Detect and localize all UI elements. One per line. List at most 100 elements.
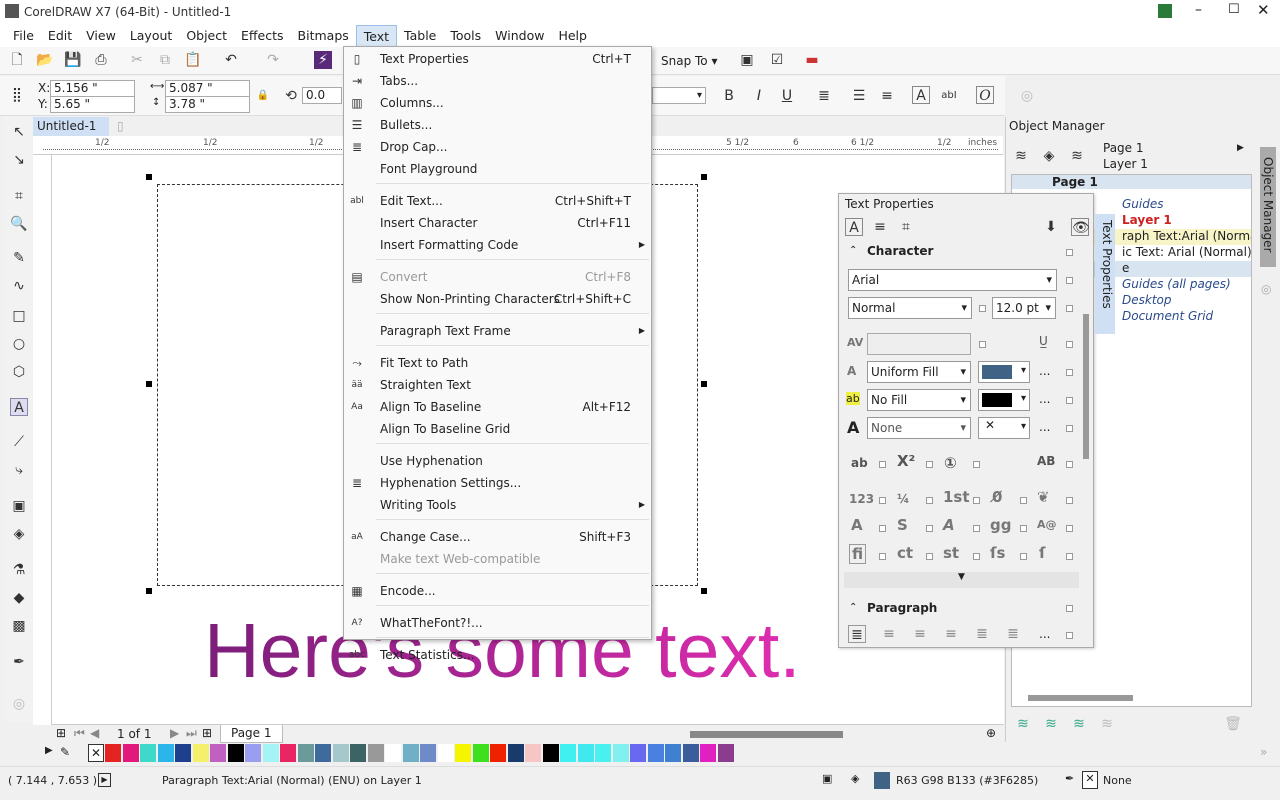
interactive-fill-icon[interactable]: ◆ [10,589,28,607]
lock-checkbox[interactable] [1066,397,1073,404]
new-master-layer-even-icon[interactable]: ≋ [1070,715,1088,733]
menu-item-change-case[interactable]: aA Change Case... Shift+F3 [344,526,651,548]
freehand-tool-icon[interactable]: ✎ [10,249,28,267]
eyedropper-icon[interactable]: ✎ [60,745,70,759]
fill-color-picker[interactable]: ▾ [978,361,1030,383]
color-swatch[interactable] [140,744,156,762]
color-swatch[interactable] [315,744,331,762]
color-swatch[interactable] [297,744,314,762]
new-layer-icon[interactable]: ≋ [1014,715,1032,733]
bg-more-button[interactable]: ... [1039,392,1050,406]
lock-checkbox[interactable] [1020,525,1027,532]
polygon-tool-icon[interactable]: ⬡ [10,363,28,381]
vertical-scrollbar[interactable] [1083,314,1089,459]
height-field[interactable]: 3.78 " [165,96,250,113]
expand-features-button[interactable]: ▼ [844,572,1079,588]
color-swatch[interactable] [192,744,209,762]
color-swatch[interactable] [472,744,489,762]
kerning-field[interactable] [867,333,971,355]
next-page-icon[interactable]: ▶ [170,726,179,740]
color-swatch[interactable] [490,744,506,762]
lock-checkbox[interactable] [1066,461,1073,468]
print-icon[interactable]: ⎙ [92,51,110,69]
menu-item-hyphenation-settings[interactable]: ≣ Hyphenation Settings... [344,472,651,494]
drop-shadow-icon[interactable]: ▣ [10,497,28,515]
justify-icon[interactable]: ≣ [973,625,991,643]
selection-handle[interactable] [146,174,152,180]
lock-checkbox[interactable] [879,461,886,468]
new-icon[interactable]: 🗋 [8,51,26,69]
menu-item-edit-text[interactable]: abl Edit Text... Ctrl+Shift+T [344,190,651,212]
lock-checkbox[interactable] [879,553,886,560]
page-tab[interactable]: Page 1 [220,725,283,743]
paste-icon[interactable]: 📋 [184,51,202,69]
paragraph-more-button[interactable]: ... [1039,627,1050,641]
color-swatch[interactable] [210,744,226,762]
lock-checkbox[interactable] [926,497,933,504]
zoom-navigator-icon[interactable]: ⊕ [986,726,996,740]
connector-tool-icon[interactable]: ⤷ [10,461,28,479]
menu-item-text-statistics[interactable]: abc Text Statistics... [344,644,651,666]
color-swatch[interactable] [525,744,541,762]
all-caps-icon[interactable]: ab [851,456,868,470]
bullet-list-icon[interactable]: ☰ [850,87,868,105]
underline-icon[interactable]: U [778,87,796,105]
lock-checkbox[interactable] [1066,341,1073,348]
color-swatch[interactable] [350,744,366,762]
menu-item-tabs[interactable]: ⇥ Tabs... [344,70,651,92]
color-swatch[interactable] [577,744,594,762]
text-tool-icon[interactable]: A [10,398,28,416]
color-swatch[interactable] [665,744,681,762]
y-position-field[interactable]: 5.65 " [50,96,135,113]
menu-item-straighten-text[interactable]: ää Straighten Text [344,374,651,396]
apply-icon[interactable]: ⬇ [1042,218,1060,236]
lock-ratio-icon[interactable]: 🔒 [254,87,272,105]
lock-checkbox[interactable] [973,497,980,504]
menu-file[interactable]: File [6,25,41,47]
selection-handle[interactable] [146,381,152,387]
menu-item-drop-cap[interactable]: ≣ Drop Cap... [344,136,651,158]
x-position-field[interactable]: 5.156 " [50,80,135,97]
outline-color-picker[interactable]: ✕ ▾ [978,417,1030,439]
menu-help[interactable]: Help [551,25,594,47]
menu-item-align-to-baseline[interactable]: Aa Align To Baseline Alt+F12 [344,396,651,418]
lock-checkbox[interactable] [1066,605,1073,612]
first-page-icon[interactable]: ⏮ [74,726,85,741]
selection-handle[interactable] [701,588,707,594]
palette-scroll-icon[interactable]: ▶ [45,745,53,756]
menu-item-text-properties[interactable]: ▯ Text Properties Ctrl+T [344,48,651,70]
no-color-swatch[interactable]: ✕ [88,744,104,762]
long-s-icon[interactable]: ſ [1039,544,1046,562]
options-icon[interactable]: ☑ [768,51,786,69]
color-swatch[interactable] [612,744,629,762]
no-alignment-icon[interactable]: ≣ [848,625,866,643]
opentype-icon[interactable]: O [976,86,994,104]
character-section-icon[interactable]: A [845,218,863,236]
alternates-icon[interactable]: A@ [1037,518,1057,531]
menu-view[interactable]: View [79,25,123,47]
smart-fill-icon[interactable]: ▩ [10,617,28,635]
align-center-icon[interactable]: ≡ [911,625,929,643]
document-tab[interactable]: Untitled-1 [33,117,109,136]
parallel-dimension-icon[interactable]: ⟋ [10,433,28,451]
underline-icon[interactable]: U̲ [1039,334,1048,348]
rectangle-tool-icon[interactable]: □ [10,307,28,325]
menu-item-fit-text-to-path[interactable]: ⤳ Fit Text to Path [344,352,651,374]
outline-dropdown[interactable]: None [867,417,971,439]
layer-manager-icon[interactable]: ≋ [1068,147,1086,165]
show-properties-icon[interactable]: ≋ [1012,147,1030,165]
color-swatch[interactable] [420,744,436,762]
color-swatch[interactable] [560,744,576,762]
slashed-zero-icon[interactable]: 0̸ [992,488,1002,506]
copy-icon[interactable]: ⧉ [156,51,174,69]
lock-checkbox[interactable] [879,525,886,532]
horizontal-scrollbar[interactable] [690,731,843,738]
titling-icon[interactable]: A [851,516,863,534]
selection-handle[interactable] [701,381,707,387]
tree-item[interactable]: Page 1 [1012,175,1251,189]
align-left-icon[interactable]: ≡ [880,625,898,643]
character-spacing-icon[interactable]: AB [1037,454,1055,468]
lock-checkbox[interactable] [1066,553,1073,560]
lock-checkbox[interactable] [979,305,986,312]
menu-item-whatthefont[interactable]: A? WhatTheFont?!... [344,612,651,634]
